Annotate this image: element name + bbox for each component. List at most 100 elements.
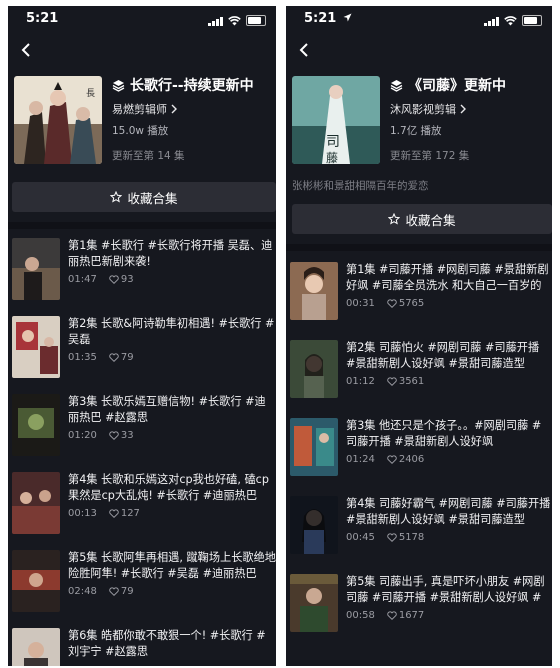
episode-meta: 01:12 3561 — [346, 376, 552, 387]
episode-meta: 01:47 93 — [68, 274, 276, 285]
episode-title: 第5集 司藤出手, 真是吓坏小朋友 #网剧司藤 #司藤开播 #景甜新剧人设好飒 … — [346, 575, 545, 604]
svg-text:司: 司 — [326, 134, 340, 150]
episode-meta: 01:20 33 — [68, 430, 276, 441]
series-cover: 司 藤 — [292, 76, 380, 164]
back-arrow-icon[interactable] — [18, 42, 34, 58]
wifi-icon — [504, 16, 517, 26]
list-item[interactable]: 第2集 长歌&阿诗勒隼初相遇! #长歌行 #吴磊 01:35 79 — [12, 316, 276, 378]
play-count: 1.7亿 播放 — [390, 125, 442, 137]
list-item[interactable]: 第4集 司藤好霸气 #网剧司藤 #司藤开播 #景甜新剧人设好飒 #景甜司藤造型 … — [290, 496, 552, 554]
list-item[interactable]: 第6集 皓都你敢不敢狠一个! #长歌行 #刘宇宁 #赵露思 — [12, 628, 276, 666]
heart-icon — [387, 455, 397, 464]
stack-icon — [390, 79, 403, 92]
heart-icon — [387, 533, 397, 542]
chevron-right-icon — [460, 104, 466, 114]
episode-duration: 01:12 — [346, 376, 375, 387]
episode-likes: 3561 — [398, 376, 425, 387]
episode-thumbnail — [12, 394, 60, 456]
status-icons — [484, 15, 542, 26]
episode-title: 第6集 皓都你敢不敢狠一个! #长歌行 #刘宇宁 #赵露思 — [68, 629, 266, 658]
heart-icon — [109, 587, 119, 596]
series-title: 长歌行--持续更新中 — [130, 78, 254, 94]
heart-icon — [109, 275, 119, 284]
author-link[interactable]: 易燃剪辑师 — [112, 101, 272, 117]
update-status: 更新至第 172 集 — [390, 150, 470, 162]
chevron-right-icon — [171, 104, 177, 114]
list-item[interactable]: 第3集 他还只是个孩子。。#网剧司藤 #司藤开播 #景甜新剧人设好飒 01:24… — [290, 418, 552, 476]
list-item[interactable]: 第3集 长歌乐嫣互赠信物! #长歌行 #迪丽热巴 #赵露思 01:20 33 — [12, 394, 276, 456]
collect-label: 收藏合集 — [127, 190, 178, 206]
episode-duration: 00:58 — [346, 610, 375, 621]
episode-title: 第1集 #司藤开播 #网剧司藤 #景甜新剧好飒 #司藤全员洗水 和大自己一百岁的… — [346, 263, 549, 292]
episode-thumbnail — [12, 628, 60, 666]
episode-thumbnail — [12, 472, 60, 534]
signal-icon — [484, 17, 499, 26]
status-time: 5:21 — [26, 11, 59, 26]
stack-icon — [112, 79, 125, 92]
episode-meta: 00:45 5178 — [346, 532, 552, 543]
episode-likes: 5178 — [398, 532, 425, 543]
heart-icon — [109, 509, 119, 518]
heart-icon — [109, 353, 119, 362]
star-icon — [388, 213, 401, 225]
episode-duration: 01:47 — [68, 274, 97, 285]
episode-meta: 02:48 79 — [68, 586, 276, 597]
author-name: 沐风影视剪辑 — [390, 103, 456, 116]
episode-duration: 01:20 — [68, 430, 97, 441]
episode-title: 第4集 长歌和乐嫣这对cp我也好磕, 磕cp果然是cp大乱炖! #长歌行 #迪丽… — [68, 473, 269, 502]
svg-text:長: 長 — [86, 88, 95, 99]
series-info: 长歌行--持续更新中 易燃剪辑师 15.0w 播放 更新至第 14 集 — [112, 75, 272, 163]
list-item[interactable]: 第1集 #长歌行 #长歌行将开播 吴磊、迪丽热巴新剧来袭! 01:47 93 — [12, 238, 276, 300]
battery-icon — [522, 15, 542, 26]
episode-meta: 01:24 2406 — [346, 454, 552, 465]
wifi-icon — [228, 16, 241, 26]
episode-thumbnail — [12, 550, 60, 612]
series-title: 《司藤》更新中 — [408, 78, 506, 94]
series-info: 《司藤》更新中 沐风影视剪辑 1.7亿 播放 更新至第 172 集 — [390, 75, 548, 163]
status-time-value: 5:21 — [304, 11, 337, 26]
episode-likes: 93 — [120, 274, 134, 285]
collect-button[interactable]: 收藏合集 — [292, 204, 552, 234]
episode-meta: 01:35 79 — [68, 352, 276, 363]
status-icons — [208, 15, 266, 26]
episode-likes: 1677 — [398, 610, 425, 621]
phone-screen-right: 5:21 司 藤 《司藤》更新中 沐风影视剪辑 1.7亿 播放 更新至第 172… — [286, 6, 552, 666]
episode-title: 第3集 长歌乐嫣互赠信物! #长歌行 #迪丽热巴 #赵露思 — [68, 395, 266, 424]
episode-title: 第2集 长歌&阿诗勒隼初相遇! #长歌行 #吴磊 — [68, 317, 275, 346]
list-item[interactable]: 第1集 #司藤开播 #网剧司藤 #景甜新剧好飒 #司藤全员洗水 和大自己一百岁的… — [290, 262, 552, 320]
play-count: 15.0w 播放 — [112, 125, 169, 137]
series-cover: 長 — [14, 76, 102, 164]
episode-duration: 00:45 — [346, 532, 375, 543]
episode-duration: 02:48 — [68, 586, 97, 597]
episode-likes: 2406 — [398, 454, 425, 465]
author-name: 易燃剪辑师 — [112, 103, 167, 116]
episode-meta: 00:13 127 — [68, 508, 276, 519]
episode-likes: 79 — [120, 586, 134, 597]
episode-thumbnail — [290, 496, 338, 554]
episode-likes: 79 — [120, 352, 134, 363]
location-arrow-icon — [343, 13, 352, 22]
episode-title: 第1集 #长歌行 #长歌行将开播 吴磊、迪丽热巴新剧来袭! — [68, 239, 273, 268]
heart-icon — [109, 431, 119, 440]
list-item[interactable]: 第5集 司藤出手, 真是吓坏小朋友 #网剧司藤 #司藤开播 #景甜新剧人设好飒 … — [290, 574, 552, 632]
episode-thumbnail — [290, 262, 338, 320]
back-arrow-icon[interactable] — [296, 42, 312, 58]
list-item[interactable]: 第5集 长歌阿隼再相遇, 蹴鞠场上长歌绝地险胜阿隼! #长歌行 #吴磊 #迪丽热… — [12, 550, 276, 612]
collect-button[interactable]: 收藏合集 — [12, 182, 276, 212]
section-divider — [8, 222, 276, 229]
episode-duration: 01:35 — [68, 352, 97, 363]
episode-likes: 33 — [120, 430, 134, 441]
status-bar: 5:21 — [286, 6, 552, 32]
episode-likes: 5765 — [398, 298, 425, 309]
series-title-row: 《司藤》更新中 — [390, 75, 548, 95]
series-description: 张彬彬和景甜相隔百年的爱恋 — [292, 180, 429, 192]
list-item[interactable]: 第2集 司藤怕火 #网剧司藤 #司藤开播 #景甜新剧人设好飒 #景甜司藤造型 0… — [290, 340, 552, 398]
episode-thumbnail — [12, 316, 60, 378]
heart-icon — [387, 377, 397, 386]
list-item[interactable]: 第4集 长歌和乐嫣这对cp我也好磕, 磕cp果然是cp大乱炖! #长歌行 #迪丽… — [12, 472, 276, 534]
episode-duration: 01:24 — [346, 454, 375, 465]
series-title-row: 长歌行--持续更新中 — [112, 75, 272, 95]
star-icon — [110, 191, 123, 203]
author-link[interactable]: 沐风影视剪辑 — [390, 101, 548, 117]
heart-icon — [387, 611, 397, 620]
